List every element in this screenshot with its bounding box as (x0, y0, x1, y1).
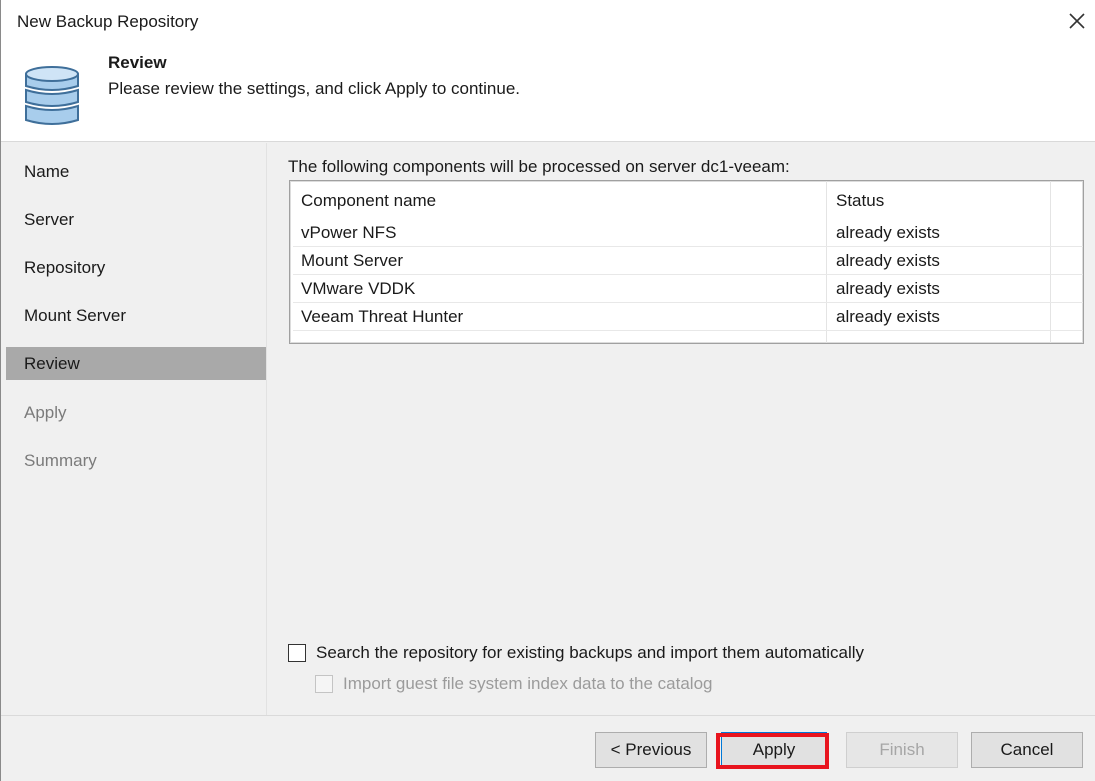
close-icon[interactable] (1062, 6, 1092, 36)
column-header-status[interactable]: Status (836, 191, 884, 211)
table-row[interactable]: vPower NFS already exists (293, 219, 1083, 247)
table-row[interactable]: Veeam Threat Hunter already exists (293, 303, 1083, 331)
step-subtitle: Please review the settings, and click Ap… (108, 79, 521, 98)
nav-item-summary: Summary (24, 451, 97, 470)
nav-item-repository[interactable]: Repository (6, 251, 266, 284)
status-cell: already exists (836, 251, 940, 270)
cancel-button[interactable]: Cancel (971, 732, 1083, 768)
component-name-cell: vPower NFS (301, 223, 397, 242)
component-name-cell: Veeam Threat Hunter (301, 307, 464, 326)
step-title: Review (108, 53, 167, 72)
import-index-checkbox (315, 675, 333, 693)
nav-item-name[interactable]: Name (6, 155, 266, 188)
review-content: The following components will be process… (268, 143, 1095, 715)
finish-button: Finish (846, 732, 958, 768)
components-label: The following components will be process… (288, 157, 790, 176)
components-table[interactable]: Component name Status vPower NFS already… (289, 180, 1084, 344)
status-cell: already exists (836, 223, 940, 242)
component-name-cell: Mount Server (301, 251, 404, 270)
nav-item-mount-server[interactable]: Mount Server (6, 299, 266, 332)
title-bar: New Backup Repository (1, 0, 1095, 46)
apply-button[interactable]: Apply (721, 732, 827, 768)
column-header-component[interactable]: Component name (301, 191, 436, 211)
import-index-option: Import guest file system index data to t… (315, 674, 915, 698)
status-cell: already exists (836, 307, 940, 326)
search-existing-backups-label[interactable]: Search the repository for existing backu… (316, 643, 864, 663)
nav-item-apply: Apply (24, 403, 67, 422)
nav-item-review[interactable]: Review (6, 347, 266, 380)
search-existing-backups-checkbox[interactable] (288, 644, 306, 662)
import-index-label: Import guest file system index data to t… (343, 674, 713, 693)
table-row[interactable]: Mount Server already exists (293, 247, 1083, 275)
table-header: Component name Status (290, 181, 1083, 215)
nav-item-server[interactable]: Server (6, 203, 266, 236)
wizard-footer: < Previous Apply Finish Cancel (1, 715, 1095, 781)
component-name-cell: VMware VDDK (301, 279, 416, 298)
database-icon (23, 62, 81, 135)
wizard-steps-nav: Name Server Repository Mount Server Revi… (1, 143, 267, 715)
status-cell: already exists (836, 279, 940, 298)
search-existing-backups-option[interactable]: Search the repository for existing backu… (288, 643, 988, 667)
new-backup-repository-dialog: New Backup Repository Review Please revi… (0, 0, 1095, 781)
wizard-header: Review Please review the settings, and c… (1, 46, 1095, 142)
table-row[interactable]: VMware VDDK already exists (293, 275, 1083, 303)
previous-button[interactable]: < Previous (595, 732, 707, 768)
window-title: New Backup Repository (17, 12, 199, 31)
